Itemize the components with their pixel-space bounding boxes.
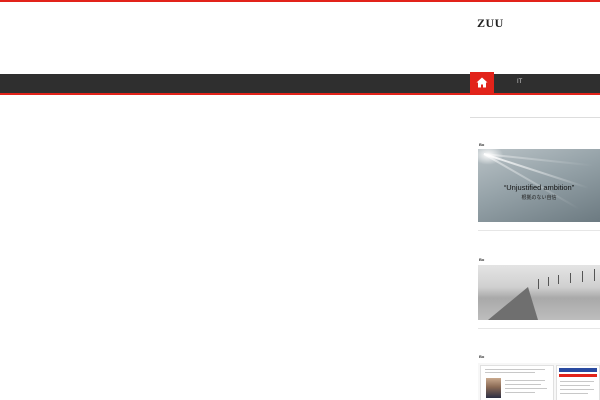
document-side-panel [556, 365, 600, 400]
top-accent-line [0, 0, 600, 2]
text-line [505, 392, 535, 393]
home-button[interactable] [470, 72, 494, 93]
sidebar-divider [470, 117, 600, 118]
home-icon [476, 77, 488, 88]
text-line [485, 372, 535, 373]
widget-label: Bo [479, 354, 485, 359]
text-line [505, 388, 547, 389]
article-thumbnail[interactable] [478, 265, 600, 320]
utility-pole [570, 273, 571, 283]
person-photo [486, 378, 501, 398]
panel-header [559, 368, 597, 372]
text-line [505, 380, 545, 381]
thumbnail-title: “Unjustified ambition” [503, 183, 575, 192]
text-line [560, 389, 594, 390]
utility-pole [558, 275, 559, 284]
main-navigation [0, 74, 600, 93]
utility-pole [582, 271, 583, 282]
text-line [560, 393, 588, 394]
utility-pole [594, 269, 595, 281]
road-image [488, 287, 538, 320]
widget-divider [478, 328, 600, 329]
article-thumbnail[interactable]: “Unjustified ambition” 根拠のない自信 [478, 149, 600, 222]
panel-banner [559, 374, 597, 377]
widget-divider [478, 230, 600, 231]
text-line [560, 381, 594, 382]
text-line [505, 384, 541, 385]
widget-label: Bo [479, 257, 485, 262]
site-title[interactable]: ZUU [477, 16, 504, 31]
text-line [560, 385, 590, 386]
document-preview [480, 365, 554, 400]
text-line [485, 369, 545, 370]
sidebar: Bo “Unjustified ambition” 根拠のない自信 Bo Bo [470, 117, 600, 400]
utility-pole [548, 277, 549, 286]
nav-item-it[interactable]: IT [517, 79, 522, 85]
widget-label: Bo [479, 142, 485, 147]
thumbnail-subtitle: 根拠のない自信 [521, 195, 557, 201]
article-thumbnail[interactable] [478, 363, 600, 400]
nav-accent-line [0, 93, 600, 95]
utility-pole [538, 279, 539, 289]
